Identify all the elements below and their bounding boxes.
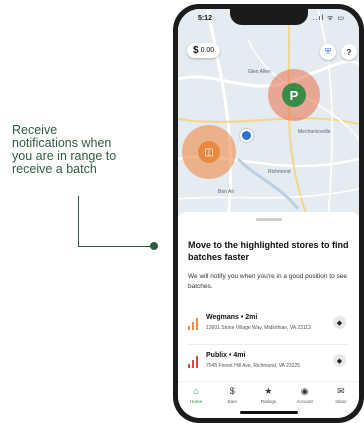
signal-strength-icon xyxy=(188,356,200,368)
callout-connector xyxy=(78,196,79,246)
store-name: Wegmans • 2mi xyxy=(206,314,258,321)
store-row[interactable]: Publix • 4mi 7045 Forest Hill Ave, Richm… xyxy=(188,350,353,380)
home-indicator xyxy=(240,411,298,414)
tab-label: Ratings xyxy=(260,399,277,404)
publix-store-pin[interactable]: P xyxy=(282,83,306,107)
safety-shield-button[interactable]: ⛨ xyxy=(320,44,336,60)
sheet-subtitle: We will notify you when you're in a good… xyxy=(188,273,348,290)
dollar-icon: $ xyxy=(229,386,235,396)
sheet-title: Move to the highlighted stores to find b… xyxy=(188,240,349,262)
current-location-dot xyxy=(240,129,253,142)
star-icon: ★ xyxy=(264,386,273,396)
map-label: Glen Allen xyxy=(248,69,271,75)
callout-line-4: receive a batch xyxy=(12,162,97,176)
map-label: Mechanicsville xyxy=(298,129,331,135)
directions-icon: ◆ xyxy=(336,319,343,327)
tab-earn[interactable]: $ Earn xyxy=(215,382,249,412)
home-icon: ⌂ xyxy=(193,386,199,396)
status-icons: ..ıl ᯤ ▭ xyxy=(312,15,345,22)
store-address: 12601 Stone Village Way, Midlothian, VA … xyxy=(206,325,311,331)
bottom-tab-bar: ⌂ Home $ Earn ★ Ratings ◉ Account ✉ Inbo… xyxy=(178,381,359,412)
directions-button[interactable]: ◆ xyxy=(333,316,346,329)
tab-home[interactable]: ⌂ Home xyxy=(179,382,213,412)
balance-chip[interactable]: $ 0.00 xyxy=(187,43,221,58)
publix-logo-icon: P xyxy=(289,87,299,103)
sheet-handle[interactable] xyxy=(256,218,282,221)
callout-dot xyxy=(150,242,158,250)
help-icon: ? xyxy=(346,47,352,57)
store-row[interactable]: Wegmans • 2mi 12601 Stone Village Way, M… xyxy=(188,312,353,342)
tab-label: Earn xyxy=(227,399,238,404)
tab-account[interactable]: ◉ Account xyxy=(288,382,322,412)
dollar-icon: $ xyxy=(193,45,199,56)
map-label: Bon Air xyxy=(218,189,235,195)
phone-notch xyxy=(229,9,308,25)
divider xyxy=(188,344,348,345)
directions-button[interactable]: ◆ xyxy=(333,354,346,367)
tab-ratings[interactable]: ★ Ratings xyxy=(251,382,285,412)
wegmans-store-pin[interactable]: ◫ xyxy=(198,141,220,163)
notification-callout: Receive notifications when you are in ra… xyxy=(12,124,162,176)
store-name: Publix • 4mi xyxy=(206,352,246,359)
store-address: 7045 Forest Hill Ave, Richmond, VA 23225 xyxy=(206,363,301,369)
tab-label: Home xyxy=(190,399,203,404)
balance-amount: 0.00 xyxy=(200,47,215,54)
phone-frame: Glen Allen Richmond Mechanicsville Bon A… xyxy=(173,4,364,423)
tab-label: Account xyxy=(296,399,313,404)
shield-icon: ⛨ xyxy=(325,47,331,56)
signal-strength-icon xyxy=(188,318,200,330)
map-view[interactable]: Glen Allen Richmond Mechanicsville Bon A… xyxy=(178,9,359,219)
status-time: 5:12 xyxy=(198,15,213,22)
inbox-icon: ✉ xyxy=(337,386,345,396)
directions-icon: ◆ xyxy=(336,357,343,365)
account-icon: ◉ xyxy=(300,386,309,396)
store-bag-icon: ◫ xyxy=(204,146,214,158)
phone-screen: Glen Allen Richmond Mechanicsville Bon A… xyxy=(178,9,359,418)
tab-inbox[interactable]: ✉ Inbox xyxy=(324,382,358,412)
map-label: Richmond xyxy=(268,169,291,175)
map-roads xyxy=(178,9,359,219)
tab-label: Inbox xyxy=(335,399,347,404)
callout-connector-horizontal xyxy=(78,246,154,247)
help-button[interactable]: ? xyxy=(341,44,357,60)
